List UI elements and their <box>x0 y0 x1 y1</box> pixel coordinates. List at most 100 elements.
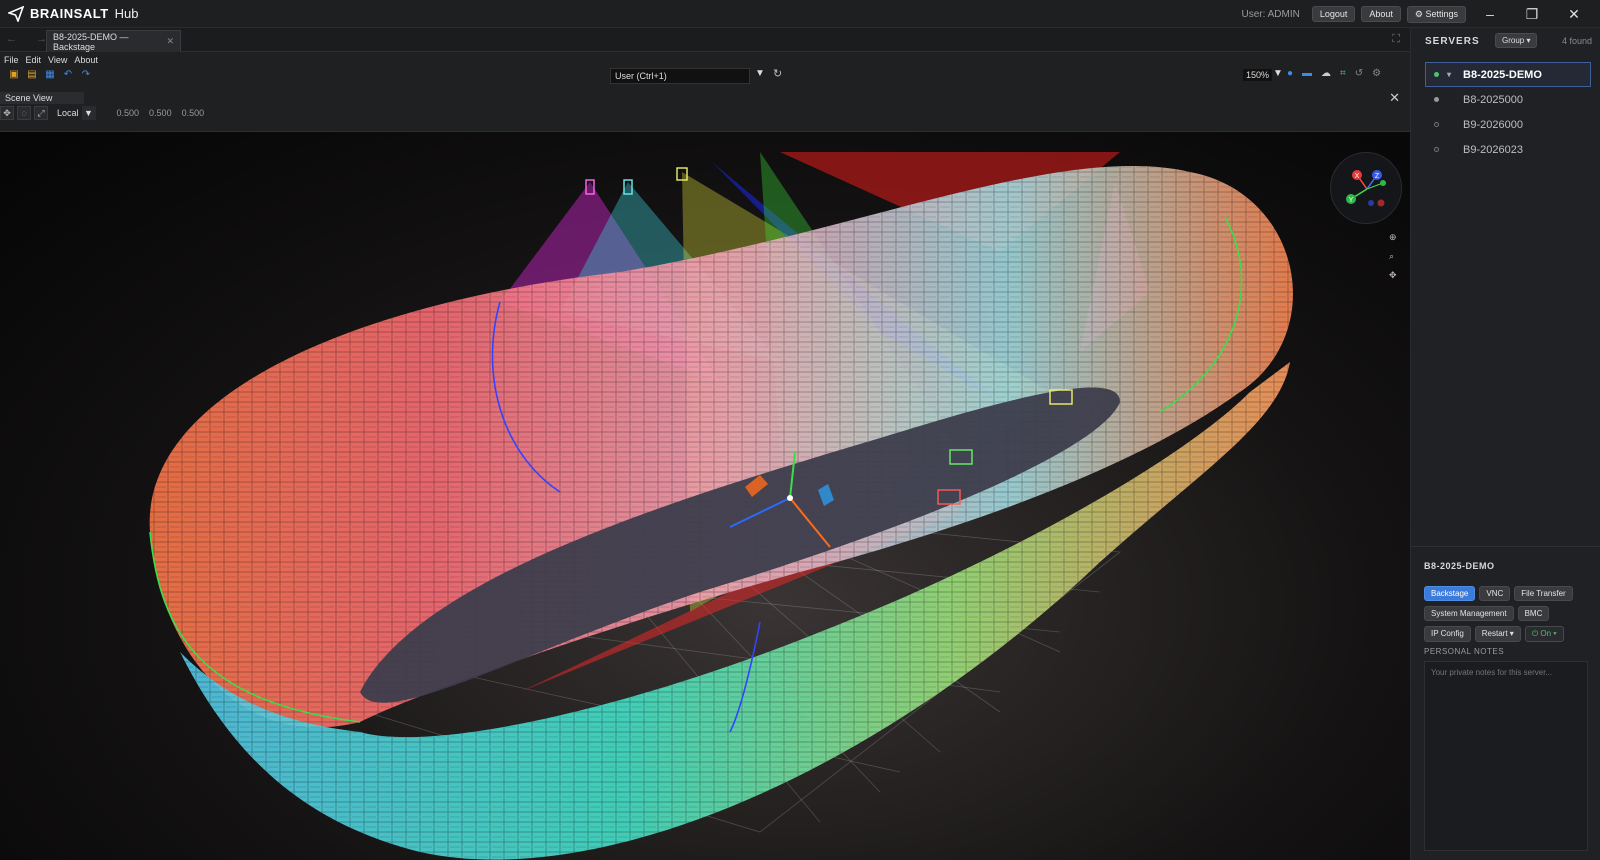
comment-icon[interactable]: ▬ <box>1302 68 1312 79</box>
transform-tools: ✥ ◌ ⤢ Local ▼ 0.500 0.500 0.500 <box>0 106 204 120</box>
personal-notes-input[interactable] <box>1424 661 1588 851</box>
title-bar: BRAINSALT Hub User: ADMIN Logout About ⚙… <box>0 0 1600 28</box>
scene-view-bar: Scene View ✕ ✥ ◌ ⤢ Local ▼ 0.500 0.500 0… <box>0 90 1410 132</box>
chevron-down-icon[interactable]: ▼ <box>755 68 765 79</box>
scene-view-title: Scene View <box>0 92 84 104</box>
server-name: B8-2025000 <box>1463 93 1523 106</box>
system-management-button[interactable]: System Management <box>1424 606 1514 621</box>
rotate-icon[interactable]: ↺ <box>1355 68 1363 79</box>
menu-about[interactable]: About <box>74 55 98 65</box>
projection-scene <box>149 152 1293 860</box>
fullscreen-icon[interactable]: ⛶ <box>1392 33 1400 46</box>
expand-icon[interactable]: ▾ <box>1447 70 1451 79</box>
editor-toolbar: File Edit View About ▣ ▤ ▦ ↶ ↷ User (Ctr… <box>0 52 1410 92</box>
vnc-button[interactable]: VNC <box>1479 586 1511 601</box>
zoom-dropdown-icon[interactable]: ▼ <box>1273 68 1283 79</box>
tab-label: B8-2025-DEMO — Backstage <box>53 31 129 52</box>
logout-button[interactable]: Logout <box>1311 6 1356 22</box>
y-axis-label: Y <box>1349 197 1354 204</box>
info-icon[interactable]: ● <box>1287 68 1293 79</box>
close-scene-view-icon[interactable]: ✕ <box>1389 90 1400 106</box>
server-name: B9-2026000 <box>1463 118 1523 131</box>
power-toggle[interactable]: ⏻ On ▾ <box>1524 626 1564 642</box>
zoom-level[interactable]: 150% <box>1243 69 1273 81</box>
file-transfer-button[interactable]: File Transfer <box>1514 586 1573 601</box>
menu-view[interactable]: View <box>48 55 67 65</box>
value-y[interactable]: 0.500 <box>149 108 172 118</box>
menu-file[interactable]: File <box>4 55 19 65</box>
gear-icon: ⚙ <box>1414 8 1426 19</box>
server-actions: Backstage VNC File Transfer System Manag… <box>1424 586 1594 642</box>
tab-strip: ← → B8-2025-DEMO — Backstage ✕ ⛶ <box>0 28 1410 52</box>
z-axis-label: Z <box>1375 173 1380 180</box>
zoom-icon[interactable]: ⌕ <box>1389 251 1397 262</box>
paper-plane-icon <box>8 5 24 22</box>
status-dot-icon <box>1434 97 1439 102</box>
pan-icon[interactable]: ✥ <box>1389 270 1397 281</box>
undo-icon[interactable]: ↶ <box>62 69 74 81</box>
brand-suffix: Hub <box>114 6 139 21</box>
led-wall-ring <box>149 165 1293 860</box>
camera-select[interactable]: User (Ctrl+1) <box>610 68 750 84</box>
minimize-button[interactable]: – <box>1472 6 1508 22</box>
server-count: 4 found <box>1561 36 1592 46</box>
menu-edit[interactable]: Edit <box>26 55 42 65</box>
servers-heading: SERVERS <box>1425 36 1480 47</box>
server-item[interactable]: ▾ B9-2026000 <box>1425 112 1591 137</box>
settings-button[interactable]: ⚙ Settings <box>1406 5 1466 23</box>
settings-label: Settings <box>1425 8 1458 19</box>
close-window-button[interactable]: ✕ <box>1556 6 1592 23</box>
bmc-button[interactable]: BMC <box>1517 606 1550 621</box>
save-icon[interactable]: ▦ <box>44 69 56 81</box>
value-z[interactable]: 0.500 <box>182 108 205 118</box>
menu-bar: File Edit View About <box>4 55 98 65</box>
quick-actions: ▣ ▤ ▦ ↶ ↷ <box>8 69 92 81</box>
current-user-label: User: ADMIN <box>1241 8 1300 20</box>
server-item[interactable]: ▾ B9-2026023 <box>1425 137 1591 162</box>
cloud-icon[interactable]: ☁ <box>1321 68 1331 79</box>
server-name: B8-2025-DEMO <box>1463 68 1542 81</box>
server-item[interactable]: ▾ B8-2025-DEMO <box>1425 62 1591 87</box>
brand-name: BRAINSALT <box>30 6 109 21</box>
view-options: ● ▬ ☁ ⌗ ↺ ⚙ <box>1287 68 1381 79</box>
about-button[interactable]: About <box>1361 6 1401 22</box>
brand: BRAINSALT Hub <box>8 5 139 22</box>
restart-button[interactable]: Restart ▾ <box>1474 626 1521 642</box>
refresh-icon[interactable]: ↻ <box>773 67 782 80</box>
crop-icon[interactable]: ⌗ <box>1340 68 1346 79</box>
maximize-button[interactable]: ❐ <box>1514 6 1550 23</box>
orbit-icon[interactable]: ⊕ <box>1389 232 1397 243</box>
space-dropdown-icon[interactable]: ▼ <box>81 106 96 120</box>
server-item[interactable]: ▾ B8-2025000 <box>1425 87 1591 112</box>
coordinate-space[interactable]: Local <box>57 108 79 118</box>
group-dropdown[interactable]: Group ▾ <box>1495 33 1538 48</box>
personal-notes-label: PERSONAL NOTES <box>1424 647 1505 656</box>
open-folder-icon[interactable]: ▤ <box>26 69 38 81</box>
group-label: Group <box>1502 36 1525 45</box>
backstage-button[interactable]: Backstage <box>1424 586 1476 601</box>
main-area: ← → B8-2025-DEMO — Backstage ✕ ⛶ File Ed… <box>0 28 1410 860</box>
ip-config-button[interactable]: IP Config <box>1424 626 1471 642</box>
new-file-icon[interactable]: ▣ <box>8 69 20 81</box>
redo-icon[interactable]: ↷ <box>80 69 92 81</box>
restart-label: Restart <box>1481 629 1508 638</box>
options-icon[interactable]: ⚙ <box>1372 68 1381 79</box>
3d-viewport[interactable]: X Z Y ⊕ ⌕ ✥ <box>0 132 1410 860</box>
status-dot-icon <box>1434 147 1439 152</box>
tab-backstage[interactable]: B8-2025-DEMO — Backstage ✕ <box>46 30 181 52</box>
orientation-gizmo[interactable]: X Z Y <box>1330 152 1402 224</box>
selected-server-title: B8-2025-DEMO <box>1424 561 1495 571</box>
rotate-tool-icon[interactable]: ◌ <box>17 106 31 120</box>
move-tool-icon[interactable]: ✥ <box>0 106 14 120</box>
scale-tool-icon[interactable]: ⤢ <box>34 106 48 120</box>
value-x[interactable]: 0.500 <box>117 108 140 118</box>
viewport-nav-tools: ⊕ ⌕ ✥ <box>1389 232 1397 281</box>
server-name: B9-2026023 <box>1463 143 1523 156</box>
server-list: ▾ B8-2025-DEMO ▾ B8-2025000 ▾ B9-2026000… <box>1425 62 1591 162</box>
server-detail-panel: B8-2025-DEMO Backstage VNC File Transfer… <box>1410 546 1600 860</box>
status-dot-icon <box>1434 72 1439 77</box>
status-dot-icon <box>1434 122 1439 127</box>
close-tab-icon[interactable]: ✕ <box>166 36 174 47</box>
power-label: On <box>1540 629 1552 638</box>
x-axis-label: X <box>1355 173 1360 180</box>
